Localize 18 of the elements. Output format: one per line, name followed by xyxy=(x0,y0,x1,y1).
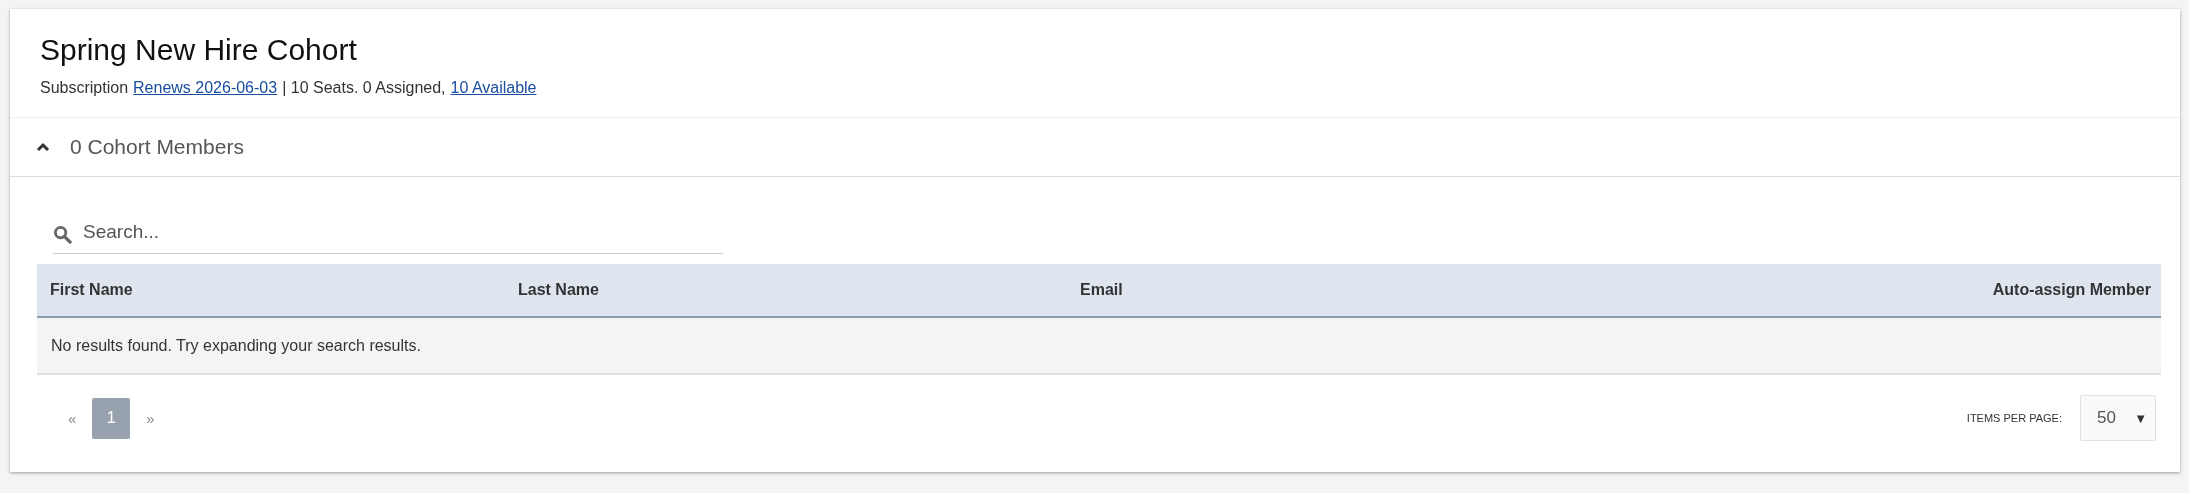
empty-message: No results found. Try expanding your search results. xyxy=(37,318,2161,375)
chevron-up-icon[interactable] xyxy=(36,142,50,152)
page-title: Spring New Hire Cohort xyxy=(40,32,358,68)
section-title: 0 Cohort Members xyxy=(70,135,244,159)
column-header: Email xyxy=(1079,281,1124,299)
available-link[interactable]: 10 Available xyxy=(450,79,537,97)
search-field[interactable]: Search... xyxy=(53,213,723,254)
column-header: Auto-assign Member xyxy=(1992,281,2152,299)
column-header: First Name xyxy=(49,281,134,299)
renewal-link[interactable]: Renews 2026-06-03 xyxy=(133,79,278,97)
items-per-page-label: ITEMS PER PAGE: xyxy=(1966,412,2062,424)
previous-page-link[interactable]: « xyxy=(68,409,77,427)
subscription-label: Subscription xyxy=(40,79,129,97)
seats-summary: | 10 Seats. 0 Assigned, xyxy=(282,79,446,97)
column-header: Last Name xyxy=(517,281,600,299)
search-icon xyxy=(53,225,72,244)
items-per-page-select[interactable]: 50 ▼ xyxy=(2080,395,2156,441)
next-page-link[interactable]: » xyxy=(146,409,155,427)
